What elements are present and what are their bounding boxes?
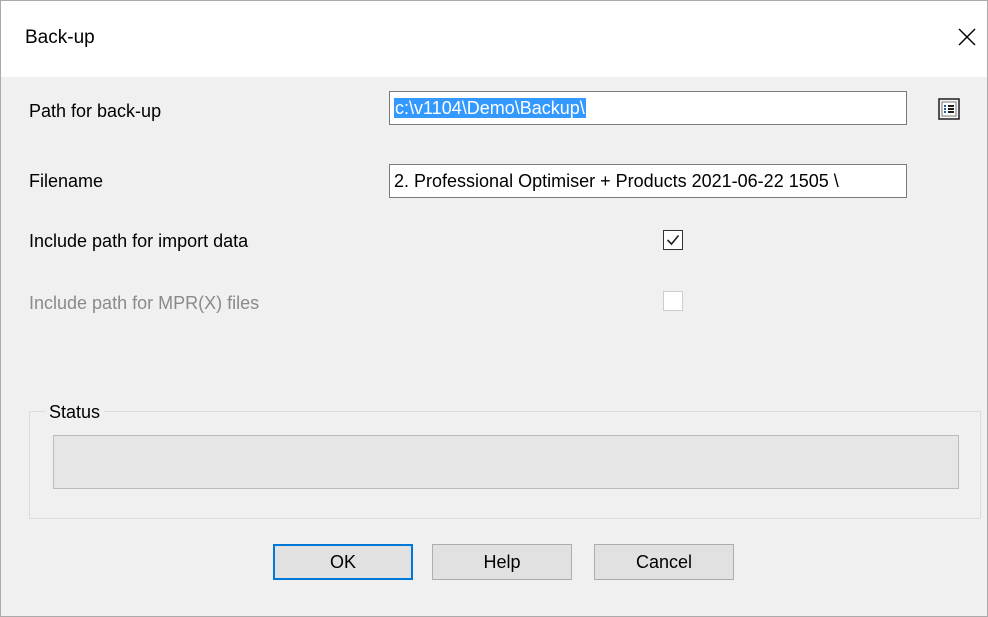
checkmark-icon [666,234,680,246]
help-button[interactable]: Help [432,544,572,580]
backup-dialog: Back-up Path for back-up c:\v1104\Demo\B… [0,0,988,617]
cancel-button[interactable]: Cancel [594,544,734,580]
filename-input[interactable]: 2. Professional Optimiser + Products 202… [389,164,907,198]
title-bar: Back-up [1,1,987,77]
path-input-value: c:\v1104\Demo\Backup\ [394,98,586,118]
include-import-label: Include path for import data [29,231,249,251]
path-label: Path for back-up [29,101,162,121]
close-icon [958,28,976,46]
include-import-checkbox[interactable] [663,230,683,250]
status-progress-bar [53,435,959,489]
filename-label: Filename [29,171,104,191]
folder-browse-icon [938,98,960,120]
ok-button[interactable]: OK [273,544,413,580]
window-title: Back-up [25,27,95,48]
filename-input-value: 2. Professional Optimiser + Products 202… [394,171,839,191]
path-input[interactable]: c:\v1104\Demo\Backup\ [389,91,907,125]
include-mpr-checkbox[interactable] [663,291,683,311]
browse-button[interactable] [934,94,964,124]
include-mpr-label: Include path for MPR(X) files [29,293,260,313]
close-button[interactable] [949,19,985,55]
status-label: Status [45,402,105,423]
